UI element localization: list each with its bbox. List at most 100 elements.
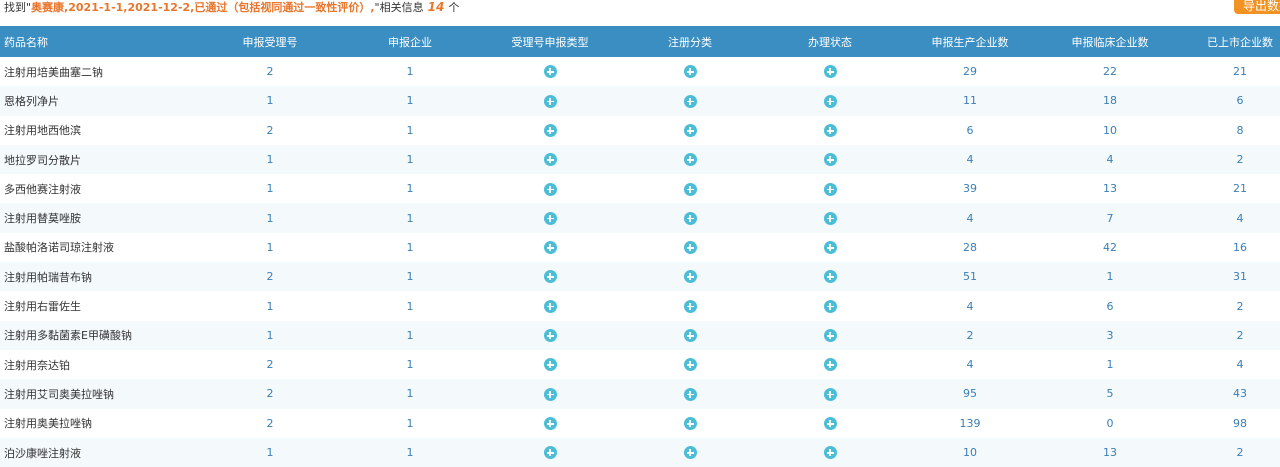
- expand-plus-icon[interactable]: [823, 416, 837, 430]
- clin-count-cell[interactable]: 6: [1040, 291, 1180, 321]
- prod-count-cell[interactable]: 29: [900, 57, 1040, 87]
- expand-plus-icon[interactable]: [683, 387, 697, 401]
- expand-plus-icon[interactable]: [543, 387, 557, 401]
- accept-no-cell[interactable]: 1: [200, 437, 340, 467]
- prod-count-cell[interactable]: 4: [900, 203, 1040, 233]
- accept-no-cell[interactable]: 1: [200, 86, 340, 116]
- expand-plus-icon[interactable]: [543, 270, 557, 284]
- expand-plus-icon[interactable]: [823, 299, 837, 313]
- company-cell[interactable]: 1: [340, 57, 480, 87]
- expand-plus-icon[interactable]: [683, 211, 697, 225]
- drug-name-cell[interactable]: 注射用地西他滨: [0, 115, 200, 145]
- prod-count-cell[interactable]: 51: [900, 262, 1040, 292]
- accept-no-cell[interactable]: 2: [200, 115, 340, 145]
- accept-no-cell[interactable]: 2: [200, 262, 340, 292]
- company-cell[interactable]: 1: [340, 174, 480, 204]
- clin-count-cell[interactable]: 18: [1040, 86, 1180, 116]
- accept-no-cell[interactable]: 1: [200, 174, 340, 204]
- drug-name-cell[interactable]: 恩格列净片: [0, 86, 200, 116]
- company-cell[interactable]: 1: [340, 349, 480, 380]
- market-count-cell[interactable]: 6: [1180, 86, 1280, 116]
- clin-count-cell[interactable]: 22: [1040, 57, 1180, 87]
- prod-count-cell[interactable]: 2: [900, 320, 1040, 350]
- clin-count-cell[interactable]: 1: [1040, 349, 1180, 380]
- expand-plus-icon[interactable]: [823, 123, 837, 137]
- market-count-cell[interactable]: 16: [1180, 232, 1280, 263]
- market-count-cell[interactable]: 31: [1180, 262, 1280, 292]
- drug-name-cell[interactable]: 注射用培美曲塞二钠: [0, 57, 200, 87]
- drug-name-cell[interactable]: 注射用奥美拉唑钠: [0, 408, 200, 438]
- prod-count-cell[interactable]: 4: [900, 291, 1040, 321]
- expand-plus-icon[interactable]: [823, 153, 837, 167]
- market-count-cell[interactable]: 2: [1180, 144, 1280, 175]
- expand-plus-icon[interactable]: [543, 416, 557, 430]
- expand-plus-icon[interactable]: [683, 270, 697, 284]
- expand-plus-icon[interactable]: [543, 329, 557, 343]
- expand-plus-icon[interactable]: [683, 182, 697, 196]
- company-cell[interactable]: 1: [340, 262, 480, 292]
- expand-plus-icon[interactable]: [543, 299, 557, 313]
- drug-name-cell[interactable]: 泊沙康唑注射液: [0, 437, 200, 467]
- market-count-cell[interactable]: 2: [1180, 291, 1280, 321]
- export-data-button[interactable]: 导出数据: [1234, 0, 1280, 14]
- expand-plus-icon[interactable]: [543, 241, 557, 255]
- expand-plus-icon[interactable]: [823, 94, 837, 108]
- prod-count-cell[interactable]: 4: [900, 144, 1040, 175]
- drug-name-cell[interactable]: 地拉罗司分散片: [0, 144, 200, 175]
- expand-plus-icon[interactable]: [683, 94, 697, 108]
- prod-count-cell[interactable]: 4: [900, 349, 1040, 380]
- accept-no-cell[interactable]: 1: [200, 232, 340, 263]
- market-count-cell[interactable]: 8: [1180, 115, 1280, 145]
- drug-name-cell[interactable]: 注射用奈达铂: [0, 349, 200, 380]
- clin-count-cell[interactable]: 13: [1040, 437, 1180, 467]
- expand-plus-icon[interactable]: [543, 211, 557, 225]
- expand-plus-icon[interactable]: [683, 299, 697, 313]
- market-count-cell[interactable]: 4: [1180, 203, 1280, 233]
- market-count-cell[interactable]: 21: [1180, 174, 1280, 204]
- market-count-cell[interactable]: 43: [1180, 379, 1280, 409]
- expand-plus-icon[interactable]: [823, 211, 837, 225]
- company-cell[interactable]: 1: [340, 320, 480, 350]
- accept-no-cell[interactable]: 1: [200, 320, 340, 350]
- drug-name-cell[interactable]: 注射用艾司奥美拉唑钠: [0, 379, 200, 409]
- expand-plus-icon[interactable]: [823, 65, 837, 79]
- clin-count-cell[interactable]: 4: [1040, 144, 1180, 175]
- expand-plus-icon[interactable]: [543, 358, 557, 372]
- accept-no-cell[interactable]: 1: [200, 144, 340, 175]
- expand-plus-icon[interactable]: [543, 153, 557, 167]
- expand-plus-icon[interactable]: [683, 446, 697, 460]
- expand-plus-icon[interactable]: [543, 94, 557, 108]
- expand-plus-icon[interactable]: [543, 65, 557, 79]
- prod-count-cell[interactable]: 95: [900, 379, 1040, 409]
- prod-count-cell[interactable]: 10: [900, 437, 1040, 467]
- company-cell[interactable]: 1: [340, 291, 480, 321]
- expand-plus-icon[interactable]: [683, 123, 697, 137]
- market-count-cell[interactable]: 21: [1180, 57, 1280, 87]
- accept-no-cell[interactable]: 2: [200, 57, 340, 87]
- prod-count-cell[interactable]: 28: [900, 232, 1040, 263]
- market-count-cell[interactable]: 2: [1180, 320, 1280, 350]
- expand-plus-icon[interactable]: [683, 416, 697, 430]
- prod-count-cell[interactable]: 6: [900, 115, 1040, 145]
- expand-plus-icon[interactable]: [823, 329, 837, 343]
- expand-plus-icon[interactable]: [543, 182, 557, 196]
- expand-plus-icon[interactable]: [543, 123, 557, 137]
- prod-count-cell[interactable]: 39: [900, 174, 1040, 204]
- accept-no-cell[interactable]: 2: [200, 349, 340, 380]
- drug-name-cell[interactable]: 注射用替莫唑胺: [0, 203, 200, 233]
- expand-plus-icon[interactable]: [543, 446, 557, 460]
- accept-no-cell[interactable]: 2: [200, 379, 340, 409]
- expand-plus-icon[interactable]: [823, 241, 837, 255]
- company-cell[interactable]: 1: [340, 115, 480, 145]
- drug-name-cell[interactable]: 注射用右雷佐生: [0, 291, 200, 321]
- drug-name-cell[interactable]: 注射用帕瑞昔布钠: [0, 262, 200, 292]
- market-count-cell[interactable]: 2: [1180, 437, 1280, 467]
- expand-plus-icon[interactable]: [823, 182, 837, 196]
- expand-plus-icon[interactable]: [823, 358, 837, 372]
- prod-count-cell[interactable]: 11: [900, 86, 1040, 116]
- clin-count-cell[interactable]: 10: [1040, 115, 1180, 145]
- company-cell[interactable]: 1: [340, 408, 480, 438]
- company-cell[interactable]: 1: [340, 437, 480, 467]
- expand-plus-icon[interactable]: [823, 387, 837, 401]
- company-cell[interactable]: 1: [340, 144, 480, 175]
